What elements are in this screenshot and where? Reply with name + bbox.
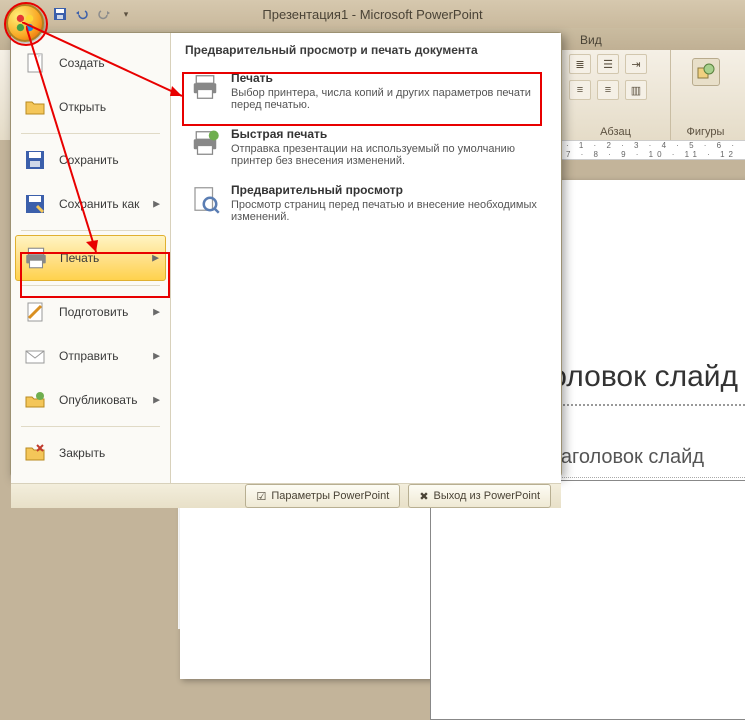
menu-send[interactable]: Отправить ▶ xyxy=(15,334,166,378)
menu-send-label: Отправить xyxy=(59,349,119,363)
menu-open[interactable]: Открыть xyxy=(15,85,166,129)
submenu-quick-print[interactable]: Быстрая печать Отправка презентации на и… xyxy=(185,121,547,177)
menu-publish-label: Опубликовать xyxy=(59,393,137,407)
slide-title-placeholder[interactable]: головок слайд xyxy=(540,360,745,406)
quick-access-toolbar: ▾ xyxy=(52,6,134,22)
office-menu-right: Предварительный просмотр и печать докуме… xyxy=(171,33,561,483)
slide-subtitle-placeholder[interactable]: дзаголовок слайд xyxy=(540,446,745,478)
save-menu-icon xyxy=(21,146,49,174)
submenu-quick-desc: Отправка презентации на используемый по … xyxy=(231,143,515,167)
menu-saveas-label: Сохранить как xyxy=(59,197,139,211)
exit-powerpoint-button[interactable]: ✖ Выход из PowerPoint xyxy=(408,484,551,508)
menu-open-label: Открыть xyxy=(59,100,106,114)
list-numbers-icon[interactable]: ☰ xyxy=(597,54,619,74)
menu-prepare-label: Подготовить xyxy=(59,305,128,319)
exit-icon: ✖ xyxy=(419,490,428,503)
office-menu: Создать Открыть Сохранить Сохранить как … xyxy=(10,32,562,477)
print-icon xyxy=(22,244,50,272)
shapes-button[interactable] xyxy=(686,54,726,90)
submenu-print-desc: Выбор принтера, числа копий и других пар… xyxy=(231,87,531,111)
tab-view[interactable]: Вид xyxy=(560,30,622,50)
exit-label: Выход из PowerPoint xyxy=(434,490,540,502)
undo-icon[interactable] xyxy=(74,6,90,22)
submenu-print-title: Печать xyxy=(231,71,543,85)
list-bullets-icon[interactable]: ≣ xyxy=(569,54,591,74)
group-label-paragraph: Абзац xyxy=(569,126,662,138)
align-center-icon[interactable]: ≡ xyxy=(597,80,619,100)
save-icon[interactable] xyxy=(52,6,68,22)
office-menu-left: Создать Открыть Сохранить Сохранить как … xyxy=(11,33,171,483)
printer-icon xyxy=(189,71,221,103)
menu-prepare[interactable]: Подготовить ▶ xyxy=(15,290,166,334)
submenu-print[interactable]: Печать Выбор принтера, числа копий и дру… xyxy=(185,65,547,121)
office-button[interactable] xyxy=(6,4,44,42)
menu-new-label: Создать xyxy=(59,56,105,70)
office-menu-footer: ☑ Параметры PowerPoint ✖ Выход из PowerP… xyxy=(11,483,561,508)
chevron-right-icon: ▶ xyxy=(153,395,160,406)
preview-icon xyxy=(189,183,221,215)
publish-icon xyxy=(21,386,49,414)
ribbon-group-paragraph: ≣ ☰ ⇥ ≡ ≡ ▥ Абзац xyxy=(560,50,670,140)
title-bar: ▾ Презентация1 - Microsoft PowerPoint xyxy=(0,0,745,28)
menu-saveas[interactable]: Сохранить как ▶ xyxy=(15,182,166,226)
chevron-right-icon: ▶ xyxy=(153,351,160,362)
submenu-quick-title: Быстрая печать xyxy=(231,127,543,141)
quick-print-icon xyxy=(189,127,221,159)
align-left-icon[interactable]: ≡ xyxy=(569,80,591,100)
chevron-right-icon: ▶ xyxy=(152,253,159,264)
columns-icon[interactable]: ▥ xyxy=(625,80,647,100)
menu-close-label: Закрыть xyxy=(59,446,105,460)
options-label: Параметры PowerPoint xyxy=(271,490,389,502)
menu-print[interactable]: Печать ▶ xyxy=(15,235,166,281)
chevron-right-icon: ▶ xyxy=(153,307,160,318)
submenu-heading: Предварительный просмотр и печать докуме… xyxy=(185,43,547,57)
qat-more-icon[interactable]: ▾ xyxy=(118,6,134,22)
chevron-right-icon: ▶ xyxy=(153,199,160,210)
open-icon xyxy=(21,93,49,121)
indent-icon[interactable]: ⇥ xyxy=(625,54,647,74)
group-label-shapes: Фигуры xyxy=(687,126,725,138)
submenu-preview-title: Предварительный просмотр xyxy=(231,183,543,197)
shapes-icon xyxy=(692,58,720,86)
menu-save-label: Сохранить xyxy=(59,153,119,167)
menu-publish[interactable]: Опубликовать ▶ xyxy=(15,378,166,422)
redo-icon[interactable] xyxy=(96,6,112,22)
submenu-preview-desc: Просмотр страниц перед печатью и внесени… xyxy=(231,199,537,223)
send-icon xyxy=(21,342,49,370)
submenu-preview[interactable]: Предварительный просмотр Просмотр страни… xyxy=(185,177,547,233)
menu-save[interactable]: Сохранить xyxy=(15,138,166,182)
menu-close[interactable]: Закрыть xyxy=(15,431,166,475)
options-icon: ☑ xyxy=(256,490,266,503)
menu-new[interactable]: Создать xyxy=(15,41,166,85)
horizontal-ruler: · 1 · 2 · 3 · 4 · 5 · 6 · 7 · 8 · 9 · 10… xyxy=(560,140,745,160)
close-icon xyxy=(21,439,49,467)
slide-frame xyxy=(430,480,745,720)
saveas-icon xyxy=(21,190,49,218)
menu-print-label: Печать xyxy=(60,251,99,265)
prepare-icon xyxy=(21,298,49,326)
powerpoint-options-button[interactable]: ☑ Параметры PowerPoint xyxy=(245,484,400,508)
new-icon xyxy=(21,49,49,77)
ribbon-group-shapes: Фигуры xyxy=(670,50,740,140)
